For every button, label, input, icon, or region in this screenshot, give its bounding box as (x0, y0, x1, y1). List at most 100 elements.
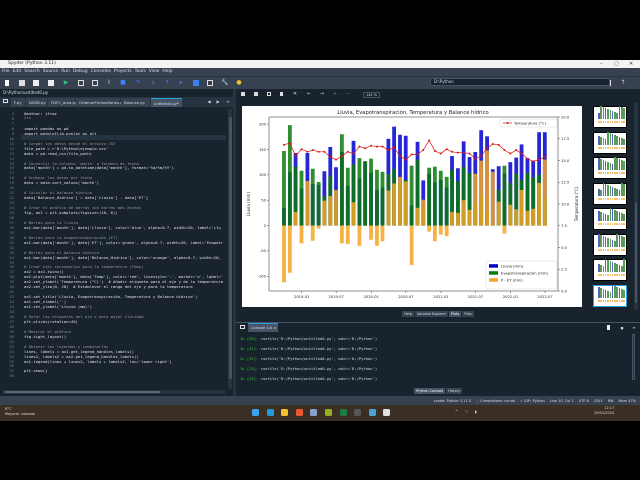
minimize-button[interactable]: – (600, 60, 603, 68)
menu-search[interactable]: Search (24, 69, 39, 74)
run-icon[interactable]: ▶ (63, 80, 69, 86)
wifi-icon[interactable]: ⌔ (465, 409, 469, 414)
console-scrollbar[interactable] (632, 334, 635, 380)
excel-icon[interactable] (339, 409, 347, 416)
volume-icon[interactable]: ◖ (475, 409, 477, 414)
console-tab[interactable]: Console 1/A × (248, 323, 278, 332)
stop-icon[interactable] (193, 80, 199, 86)
chevron-up-icon[interactable]: ^ (455, 409, 458, 414)
menu-view[interactable]: View (149, 69, 160, 74)
plot-thumbnail[interactable] (593, 233, 627, 256)
tabs-scroll-left-icon[interactable]: ◀ (206, 99, 212, 105)
zoom-out-icon[interactable]: − (345, 91, 351, 97)
menu-help[interactable]: Help (162, 69, 172, 74)
preferences-icon[interactable]: 🔧 (221, 80, 228, 86)
bar-et (409, 165, 414, 226)
parent-directory-icon[interactable]: ↑ (620, 80, 626, 86)
zoom-in-icon[interactable]: + (332, 91, 338, 97)
menu-tools[interactable]: Tools (135, 69, 146, 74)
bar-balance (450, 211, 454, 226)
console-pane-tab-ipython-console[interactable]: IPython Console (413, 388, 446, 394)
plot-thumbnail[interactable] (593, 157, 627, 179)
pane-tab-plots[interactable]: Plots (449, 311, 462, 317)
console-options-icon[interactable]: ≡ (631, 325, 637, 331)
menu-edit[interactable]: Edit (13, 69, 22, 74)
step-return-icon[interactable]: ↑ (164, 80, 170, 86)
pane-tab-files[interactable]: Files (462, 311, 474, 317)
bar-balance (340, 225, 344, 244)
editor-tab[interactable]: NDSB.py (26, 98, 47, 107)
close-tab-icon[interactable]: × (274, 326, 277, 330)
qgis-icon[interactable] (325, 409, 332, 416)
previous-plot-icon[interactable]: ← (306, 91, 312, 97)
legend-swatch (489, 264, 498, 268)
editor-horizontal-scrollbar[interactable] (3, 390, 225, 394)
editor-tab[interactable]: F.py (11, 98, 25, 107)
editor-options-icon[interactable] (3, 99, 8, 103)
debug-icon[interactable]: ■ (120, 80, 126, 86)
settings-icon[interactable] (310, 409, 318, 416)
run-selection-icon[interactable]: I (106, 80, 112, 86)
next-plot-icon[interactable]: → (319, 91, 325, 97)
console-pane-tab-history[interactable]: History (446, 388, 463, 394)
maximize-button[interactable]: ▢ (614, 60, 619, 68)
system-tray[interactable]: ^ ⌔ ◖ (455, 409, 477, 415)
console-menu-icon[interactable] (240, 325, 245, 329)
code-editor[interactable]: 5 @author: jfrmz 6 """ 7 8 import pandas as pd… (0, 109, 228, 389)
working-directory-input[interactable]: D:\Python (430, 78, 610, 86)
plot-zoom-level[interactable]: 144 % (363, 92, 380, 98)
file-explorer-icon[interactable] (281, 409, 289, 416)
editor-tab[interactable]: untitled0.py* (151, 98, 182, 107)
editor-tab[interactable]: FDFC_area.py (48, 98, 77, 107)
python-path-icon[interactable]: ● (236, 80, 242, 86)
plot-thumbnail[interactable] (593, 259, 627, 281)
step-icon[interactable]: ↷ (135, 80, 141, 86)
save-all-icon[interactable] (48, 80, 54, 86)
open-file-icon[interactable] (19, 80, 25, 86)
pane-tab-variable-explorer[interactable]: Variable Explorer (415, 311, 449, 317)
save-plot-icon[interactable] (241, 92, 245, 96)
run-cell-icon[interactable] (78, 80, 84, 86)
plot-thumbnail[interactable] (593, 131, 627, 154)
plot-thumbnail[interactable] (593, 284, 627, 307)
menu-run[interactable]: Run (61, 69, 70, 74)
ipython-console[interactable]: In [30]: runfile('D:/Python/untitled0.py… (236, 332, 636, 382)
start-icon[interactable] (252, 409, 259, 416)
delete-all-plots-icon[interactable]: ✕ (292, 91, 298, 97)
editor-tab[interactable]: OrdenarPuntosRanks.py (76, 98, 125, 107)
maximize-pane-icon[interactable] (207, 80, 213, 86)
plot-thumbnails[interactable] (590, 103, 634, 310)
spyder-icon[interactable] (383, 409, 391, 416)
menu-source[interactable]: Source (43, 69, 58, 74)
menu-consoles[interactable]: Consoles (91, 69, 111, 74)
run-cell-advance-icon[interactable] (92, 80, 98, 86)
new-file-icon[interactable] (5, 80, 9, 86)
menu-projects[interactable]: Projects (114, 69, 132, 74)
firefox-icon[interactable] (295, 409, 303, 416)
notepad-icon[interactable] (368, 409, 376, 416)
close-button[interactable]: ✕ (629, 60, 633, 68)
editor-vertical-scrollbar[interactable] (228, 109, 232, 389)
delete-plot-icon[interactable] (280, 92, 283, 96)
weather-widget[interactable]: 8°C Mayorm. soleado (5, 407, 35, 416)
plot-thumbnail[interactable] (593, 182, 627, 205)
pane-tab-help[interactable]: Help (402, 311, 415, 317)
chrome-icon[interactable] (354, 409, 362, 416)
menu-file[interactable]: File (2, 69, 10, 74)
step-into-icon[interactable]: ↓ (150, 80, 156, 86)
continue-icon[interactable]: ▸ (178, 80, 184, 86)
edge-icon[interactable] (266, 409, 274, 416)
menu-debug[interactable]: Debug (73, 69, 88, 74)
copy-plot-icon[interactable] (267, 92, 271, 96)
console-clear-icon[interactable] (607, 325, 610, 330)
save-all-plots-icon[interactable] (254, 92, 258, 96)
thumbnails-scrollbar[interactable] (634, 103, 638, 310)
tabs-menu-icon[interactable]: ≡ (225, 99, 231, 105)
clock[interactable]: 12:17 29/01/2024 (594, 406, 614, 415)
console-stop-icon[interactable]: ■ (619, 325, 625, 331)
tabs-scroll-right-icon[interactable]: ▶ (215, 99, 221, 105)
save-icon[interactable] (33, 80, 39, 86)
editor-tab[interactable]: Balance.py (121, 98, 150, 107)
plot-thumbnail[interactable] (593, 106, 627, 128)
plot-thumbnail[interactable] (593, 208, 627, 230)
